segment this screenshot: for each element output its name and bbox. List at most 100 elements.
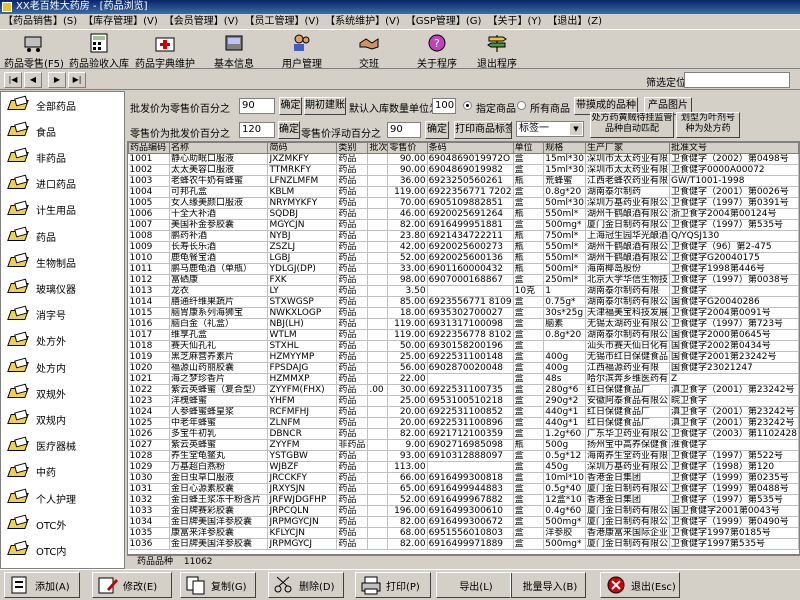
table-row[interactable]: 1022 紫云英蜂蜜（复合型） ZYYFM(FHX) 药品 .00 30.00 692253… [128, 384, 799, 396]
table-row[interactable]: 1025 中老年蜂蜜 ZLNFM 药品 20.00 6922531100896 盒 440g*… [128, 417, 799, 429]
last-record-button[interactable]: ▶| [68, 72, 86, 88]
sidebar-item[interactable]: OTC内 [7, 540, 66, 560]
column-header[interactable]: 规格 [543, 142, 586, 154]
column-header[interactable]: 简码 [267, 142, 338, 154]
sidebar-item[interactable]: 双规内 [7, 409, 66, 429]
table-row[interactable]: 1023 洋槐蜂蜜 YHFM 药品 25.00 6953100510218 盒 290g*2 安… [128, 395, 799, 407]
exit-program-button[interactable]: 退出程序 [470, 32, 524, 70]
sidebar-item[interactable]: 非药品 [7, 147, 66, 167]
table-row[interactable]: 1005 女人缘美颜口服液 NRYMYKFY 药品 70.00 6905109882851… [128, 197, 799, 209]
column-header[interactable]: 生产厂家 [584, 142, 670, 154]
table-row[interactable]: 1001 静心助眠口服液 JXZMKFY 药品 90.00 6904869019972O 盒… [128, 153, 799, 165]
menu-system[interactable]: 【系统维护】(V) [322, 14, 403, 29]
table-row[interactable]: 1028 养生堂龟鳖丸 YSTGBW 药品 93.00 6910312888097 盒 0.5… [128, 450, 799, 462]
column-header[interactable]: 类别 [336, 142, 369, 154]
menu-gsp[interactable]: 【GSP管理】(G) [403, 14, 485, 29]
menu-about[interactable]: 【关于】(Y) [484, 14, 544, 29]
specified-goods-radio[interactable] [463, 101, 472, 110]
table-row[interactable]: 1033 金日牌赛彩胶囊 JRPCQLN 药品 196.00 6916499300610 盒… [128, 505, 799, 517]
print-label-button[interactable]: 打印商品标签 [454, 121, 512, 139]
label-select[interactable]: 标签一 ▼ [516, 121, 584, 137]
table-row[interactable]: 1009 长寿长乐酒 ZSZLJ 药品 42.00 6920025600273 瓶 550ml… [128, 241, 799, 253]
filter-input[interactable] [684, 72, 790, 88]
sidebar-item[interactable]: OTC外 [7, 514, 66, 534]
column-header[interactable]: 批次 [367, 142, 389, 154]
copy-button[interactable]: 复制(G) [180, 572, 256, 598]
table-row[interactable]: 1012 富硒康 FXK 药品 98.00 6907000168867 盒 250ml* 北京大… [128, 274, 799, 286]
wholesale-percent-input[interactable]: 90 [239, 98, 275, 114]
all-goods-radio[interactable] [517, 101, 526, 110]
confirm-wholesale-button[interactable]: 确定 [279, 97, 302, 115]
table-row[interactable]: 1016 脑白金（礼盒） NBJ(LH) 药品 119.00 6931317100098 盒… [128, 318, 799, 330]
table-row[interactable]: 1014 膳通纤维果蔬片 STXWGSP 药品 85.00 6923556771 8109… [128, 296, 799, 308]
table-row[interactable]: 1011 鹏马鹿龟酒（单瓶） YDLGJ(DP) 药品 33.00 69011600004… [128, 263, 799, 275]
confirm-retail-button[interactable]: 确定 [278, 121, 300, 139]
table-row[interactable]: 1034 金日牌美国洋参胶囊 JRPMGYCJN 药品 82.00 69164993006… [128, 516, 799, 528]
table-row[interactable]: 1036 金日牌美国洋参胶囊 JRPMGYCJ 药品 82.00 691649997188… [128, 538, 799, 550]
table-row[interactable]: 1021 海之梦珍香片 HZMMXP 药品 22.00 盒 48s 哈尔滨奔乡维医药有 Z [128, 373, 799, 385]
table-row[interactable]: 1024 人参蜂蜜蜂皇浆 RCFMFHJ 药品 20.00 6922531100852 盒 4… [128, 406, 799, 418]
export-button[interactable]: 导出(L) [436, 572, 512, 598]
sidebar-item[interactable]: 生物制品 [7, 252, 76, 272]
sidebar-item[interactable]: 药品 [7, 226, 56, 246]
set-rx-button[interactable]: 划型为叶剂号种为处方药 [676, 112, 740, 138]
sidebar-item[interactable]: 进口药品 [7, 174, 76, 194]
table-row[interactable]: 1017 维享孔盒 WTLM 药品 119.00 6922356778 8102 盒 0.8g… [128, 329, 799, 341]
sidebar-item[interactable]: 个人护理 [7, 488, 76, 508]
table-row[interactable]: 1010 鹿龟餐宝酒 LGBJ 药品 52.00 6920025600136 瓶 550ml*… [128, 252, 799, 264]
sidebar-item[interactable]: 消字号 [7, 305, 66, 325]
sidebar-item[interactable]: 食品 [7, 121, 56, 141]
prev-record-button[interactable]: ◀ [24, 72, 42, 88]
table-row[interactable]: 1032 金日蜂王浆冻干粉含片 JRFWJDGFHP 药品 52.00 691649996… [128, 494, 799, 506]
next-record-button[interactable]: ▶ [48, 72, 66, 88]
user-manage-button[interactable]: 用户管理 [272, 32, 332, 70]
table-row[interactable]: 1006 十全大补酒 SQDBJ 药品 46.00 6920025691264 瓶 550ml… [128, 208, 799, 220]
sidebar-item[interactable]: 玻璃仪器 [7, 278, 76, 298]
inbound-button[interactable]: 药品验收入库 [66, 32, 132, 70]
menu-inventory[interactable]: 【库存管理】(V) [80, 14, 161, 29]
period-account-button[interactable]: 期初建账 [304, 97, 346, 115]
column-header[interactable]: 单位 [512, 142, 545, 154]
menu-exit[interactable]: 【退出】(Z) [544, 14, 605, 29]
sidebar-item[interactable]: 医疗器械 [7, 436, 76, 456]
batch-import-button[interactable]: 批量导入(B) [510, 572, 586, 598]
table-row[interactable]: 1004 可邦孔盒 KBLM 药品 119.00 6922356771 7202 盒 0.8g… [128, 186, 799, 198]
column-header[interactable]: 条码 [426, 142, 514, 154]
table-row[interactable]: 1020 福源山药丽胶囊 FPSDAJG 药品 56.00 6902870020048 盒 4… [128, 362, 799, 374]
drug-table[interactable]: 药品编码 名称 简码 类别 批次 零售价 条码 单位 规格 生产厂家 批准文号 1001 静心助眠口服… [127, 141, 800, 555]
sidebar-item[interactable]: 处方内 [7, 357, 66, 377]
add-button[interactable]: 添加(A) [4, 572, 80, 598]
table-row[interactable]: 1019 黑芝麻营养素片 HZMYYMP 药品 25.00 6922531100148 盒 4… [128, 351, 799, 363]
confirm-float-button[interactable]: 确定 [425, 121, 449, 139]
retail-percent-input[interactable]: 120 [239, 122, 275, 138]
menu-staff[interactable]: 【员工管理】(V) [241, 14, 322, 29]
sidebar-item[interactable]: 计生用品 [7, 200, 76, 220]
sidebar-item[interactable]: 中药 [7, 462, 56, 482]
column-header[interactable]: 药品编码 [128, 142, 170, 154]
table-row[interactable]: 1035 康富来洋参胶囊 KFLYCJN 药品 68.00 6951556010803 盒洋… [128, 527, 799, 539]
first-record-button[interactable]: |◀ [4, 72, 22, 88]
default-qty-input[interactable]: 100 [432, 98, 456, 114]
table-row[interactable]: 1015 脑胃康系列海狮宝 NWKXLOGP 药品 18.00 6935302700027… [128, 307, 799, 319]
table-row[interactable]: 1002 太太美容口服液 TTMRKFY 药品 90.00 6904869019982 盒 1… [128, 164, 799, 176]
drug-dict-button[interactable]: 药品字典维护 [132, 32, 198, 70]
exit-button[interactable]: 退出(Esc) [600, 572, 680, 598]
column-header[interactable]: 零售价 [387, 142, 428, 154]
column-header[interactable]: 批准文号 [668, 142, 799, 154]
retail-sale-button[interactable]: 药品零售(F5) [2, 32, 66, 70]
table-row[interactable]: 1013 龙衣 LY 药品 3.50 10克 1 湖南泰尔制药有限 卫食健字 [128, 285, 799, 297]
edit-button[interactable]: 修改(E) [92, 572, 172, 598]
column-header[interactable]: 名称 [168, 142, 269, 154]
sidebar-item[interactable]: 全部药品 [7, 95, 76, 115]
table-row[interactable]: 1029 万基超白燕粉 WJBZF 药品 113.00 盒 450g 深圳万基药业有限公 卫食健… [128, 461, 799, 473]
about-button[interactable]: ? 关于程序 [410, 32, 464, 70]
table-row[interactable]: 1027 紫云英蜂蜜 ZYYFM 非药品 9.00 6902716985098 瓶 500g 扬… [128, 439, 799, 451]
sidebar-item[interactable]: 双规外 [7, 383, 66, 403]
basic-info-button[interactable]: 基本信息 [206, 32, 262, 70]
table-row[interactable]: 1031 金日心源素胶囊 JRXYSJN 药品 65.00 6916499944883 盒 0… [128, 483, 799, 495]
float-percent-input[interactable]: 90 [387, 122, 421, 138]
table-row[interactable]: 1026 多宝牛初乳 DBNCR 药品 82.00 6921712100359 盒 1.2g*… [128, 428, 799, 440]
print-button[interactable]: 打印(P) [355, 572, 431, 598]
table-row[interactable]: 1003 老蜂农牛奶有蜂蜜 LFNZLMFM 药品 36.00 6923250560261… [128, 175, 799, 187]
delete-button[interactable]: 删除(D) [268, 572, 344, 598]
